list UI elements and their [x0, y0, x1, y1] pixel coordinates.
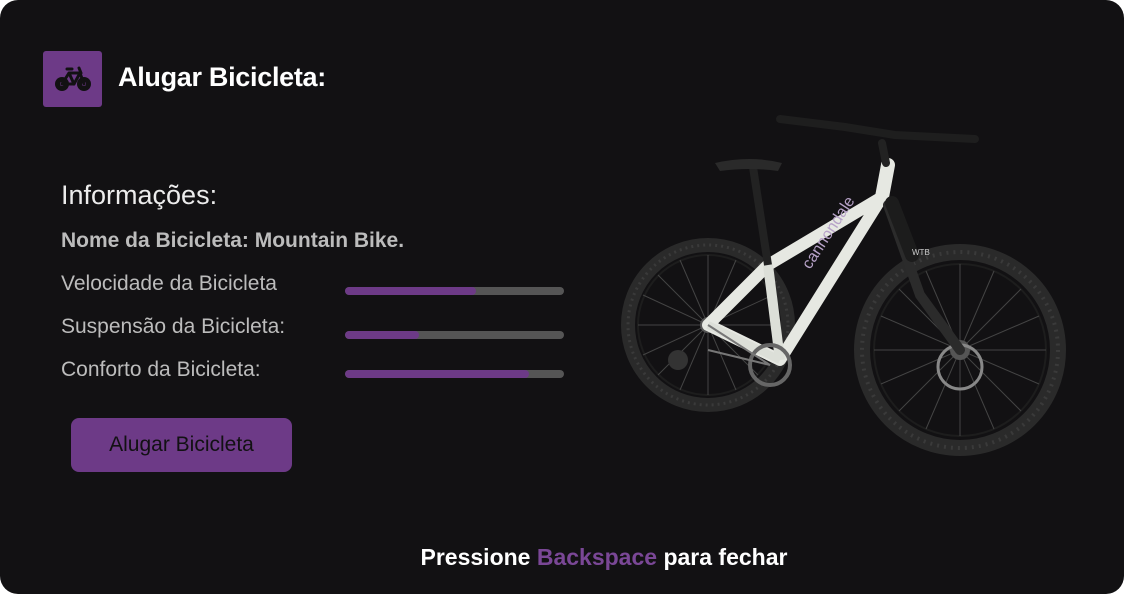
info-section-title: Informações: — [61, 180, 218, 210]
rent-bike-panel: Alugar Bicicleta: Informações: Nome da B… — [0, 0, 1124, 594]
comfort-label: Conforto da Bicicleta: — [61, 358, 261, 381]
speed-bar — [345, 287, 564, 295]
speed-bar-fill — [345, 287, 477, 295]
suspension-bar — [345, 331, 564, 339]
bicycle-icon — [43, 51, 102, 107]
backspace-key-label: Backspace — [536, 544, 658, 570]
comfort-bar — [345, 370, 564, 378]
speed-label: Velocidade da Bicicleta — [61, 272, 277, 295]
suspension-bar-fill — [345, 331, 420, 339]
close-hint: Pressione Backspace para fechar — [0, 544, 1124, 571]
suspension-label: Suspensão da Bicicleta: — [61, 315, 286, 338]
close-hint-prefix: Pressione — [420, 544, 531, 570]
page-title: Alugar Bicicleta: — [118, 62, 326, 92]
bike-image: cannondale WTB — [621, 115, 1066, 456]
rent-bike-button[interactable]: Alugar Bicicleta — [71, 418, 292, 472]
svg-text:cannondale: cannondale — [799, 193, 858, 272]
comfort-bar-fill — [345, 370, 529, 378]
bike-name: Nome da Bicicleta: Mountain Bike. — [61, 229, 405, 252]
svg-text:WTB: WTB — [912, 248, 930, 257]
close-hint-suffix: para fechar — [663, 544, 788, 570]
